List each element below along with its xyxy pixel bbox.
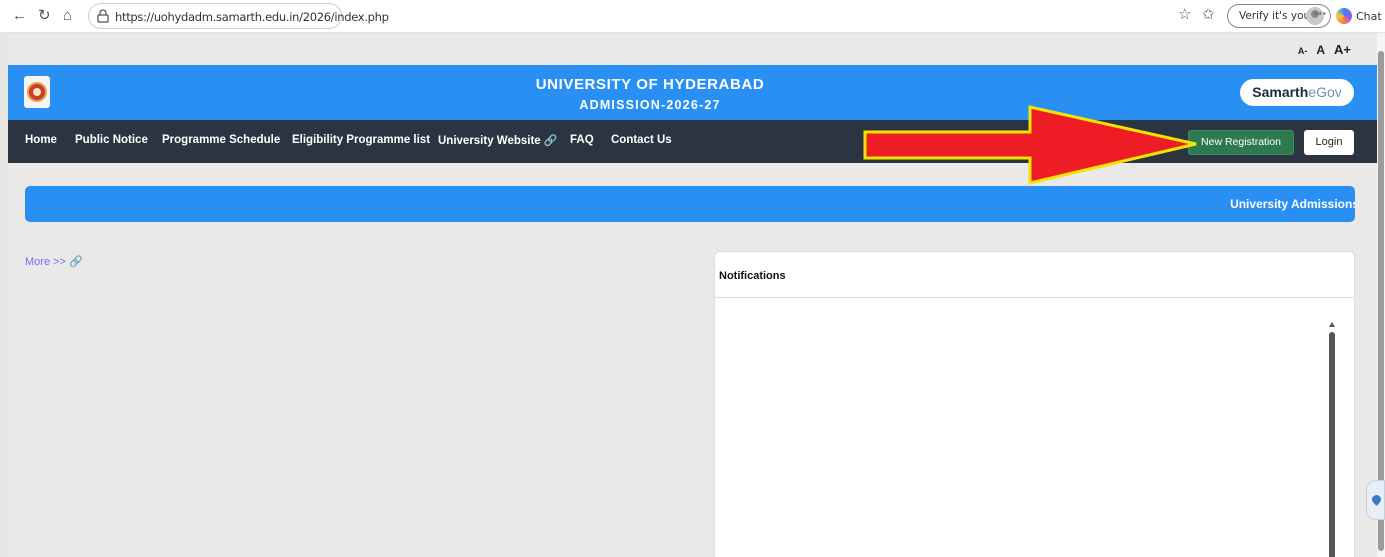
external-link-icon: 🔗 <box>543 135 558 147</box>
more-menu-icon[interactable]: ··· <box>1314 6 1327 22</box>
notifications-header: Notifications <box>715 252 1354 298</box>
announcement-marquee: University Admissions <box>25 186 1355 222</box>
main-navbar: Home Public Notice Programme Schedule El… <box>8 120 1377 163</box>
nav-eligibility-programme-list[interactable]: Eligibility Programme list <box>292 134 430 146</box>
samarth-egov-logo[interactable]: SamartheGov <box>1240 79 1354 106</box>
lock-icon <box>97 9 109 23</box>
nav-contact-us[interactable]: Contact Us <box>611 134 672 146</box>
scroll-thumb[interactable] <box>1329 332 1335 557</box>
login-button[interactable]: Login <box>1304 130 1354 155</box>
notifications-title: Notifications <box>719 270 786 282</box>
font-decrease-button[interactable]: A- <box>1298 46 1308 56</box>
home-icon[interactable]: ⌂ <box>63 8 72 24</box>
site-header: UNIVERSITY OF HYDERABAD ADMISSION-2026-2… <box>8 65 1377 120</box>
page-scrollbar[interactable] <box>1377 33 1385 557</box>
chat-label[interactable]: Chat <box>1356 10 1382 23</box>
favorites-list-icon[interactable]: ✩ <box>1202 7 1215 23</box>
brand-part-egov: eGov <box>1308 84 1342 100</box>
nav-programme-schedule[interactable]: Programme Schedule <box>162 134 280 146</box>
more-link-label: More >> <box>25 256 66 268</box>
notifications-panel: Notifications <box>714 251 1355 557</box>
nav-university-website[interactable]: University Website 🔗 <box>438 134 558 147</box>
link-icon: 🔗 <box>68 256 83 268</box>
font-size-controls: A- A A+ <box>1298 42 1351 60</box>
university-title: UNIVERSITY OF HYDERABAD <box>535 76 765 93</box>
url-text: https://uohydadm.samarth.edu.in/2026/ind… <box>115 10 389 24</box>
scroll-up-arrow-icon[interactable] <box>1329 322 1335 327</box>
marquee-text[interactable]: University Admissions <box>1230 197 1355 211</box>
page-scroll-thumb[interactable] <box>1378 51 1384 551</box>
refresh-icon[interactable]: ↻ <box>38 8 51 24</box>
font-reset-button[interactable]: A <box>1316 43 1325 57</box>
favorite-star-icon[interactable]: ☆ <box>1178 7 1191 23</box>
copilot-icon[interactable] <box>1336 8 1352 24</box>
admission-subtitle: ADMISSION-2026-27 <box>579 98 721 112</box>
more-link[interactable]: More >> 🔗 <box>25 255 83 268</box>
notifications-scrollbar[interactable] <box>1328 322 1336 557</box>
verify-label: Verify it's you <box>1239 10 1311 22</box>
font-increase-button[interactable]: A+ <box>1334 42 1351 57</box>
address-bar[interactable]: https://uohydadm.samarth.edu.in/2026/ind… <box>88 3 389 29</box>
new-registration-button[interactable]: New Registration <box>1188 130 1294 155</box>
web-page: A- A A+ UNIVERSITY OF HYDERABAD ADMISSIO… <box>8 33 1377 557</box>
brand-part-samarth: Samarth <box>1252 84 1309 100</box>
browser-toolbar: ← ↻ ⌂ https://uohydadm.samarth.edu.in/20… <box>0 0 1385 33</box>
nav-faq[interactable]: FAQ <box>570 134 594 146</box>
sidebar-toggle-icon[interactable] <box>1366 480 1385 520</box>
back-arrow-icon[interactable]: ← <box>12 8 27 24</box>
nav-public-notice[interactable]: Public Notice <box>75 134 148 146</box>
nav-university-website-label: University Website <box>438 135 541 147</box>
nav-home[interactable]: Home <box>25 134 57 146</box>
